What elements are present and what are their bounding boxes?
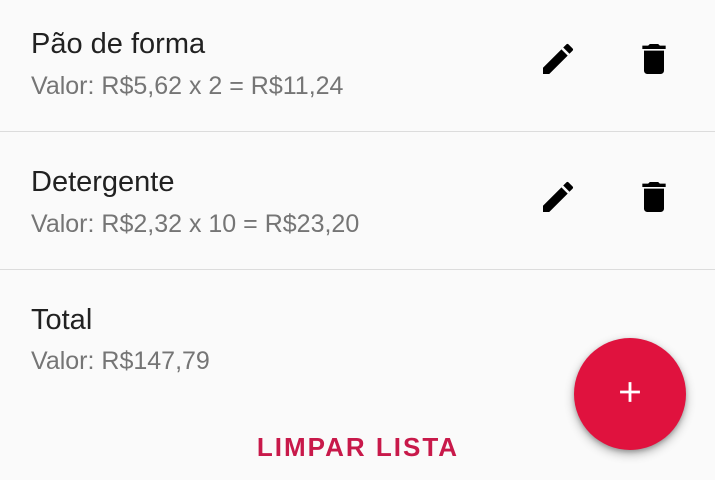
clear-list-button[interactable]: LIMPAR LISTA — [250, 425, 466, 469]
shopping-list-screen: Pão de forma Valor: R$5,62 x 2 = R$11,24… — [0, 0, 715, 480]
list-item[interactable]: Pão de forma Valor: R$5,62 x 2 = R$11,24 — [0, 0, 715, 132]
pencil-icon — [538, 39, 578, 79]
pencil-icon — [538, 177, 578, 217]
plus-icon — [613, 375, 647, 414]
delete-button[interactable] — [630, 35, 678, 83]
list-item[interactable]: Detergente Valor: R$2,32 x 10 = R$23,20 — [0, 138, 715, 270]
edit-button[interactable] — [534, 35, 582, 83]
item-value: Valor: R$2,32 x 10 = R$23,20 — [31, 210, 360, 238]
total-label: Total — [31, 304, 93, 336]
trash-icon — [634, 39, 674, 79]
add-item-fab[interactable] — [574, 338, 686, 450]
item-name: Pão de forma — [31, 28, 206, 60]
delete-button[interactable] — [630, 173, 678, 221]
trash-icon — [634, 177, 674, 217]
total-value: Valor: R$147,79 — [31, 347, 210, 375]
item-name: Detergente — [31, 166, 175, 198]
edit-button[interactable] — [534, 173, 582, 221]
item-value: Valor: R$5,62 x 2 = R$11,24 — [31, 72, 344, 100]
